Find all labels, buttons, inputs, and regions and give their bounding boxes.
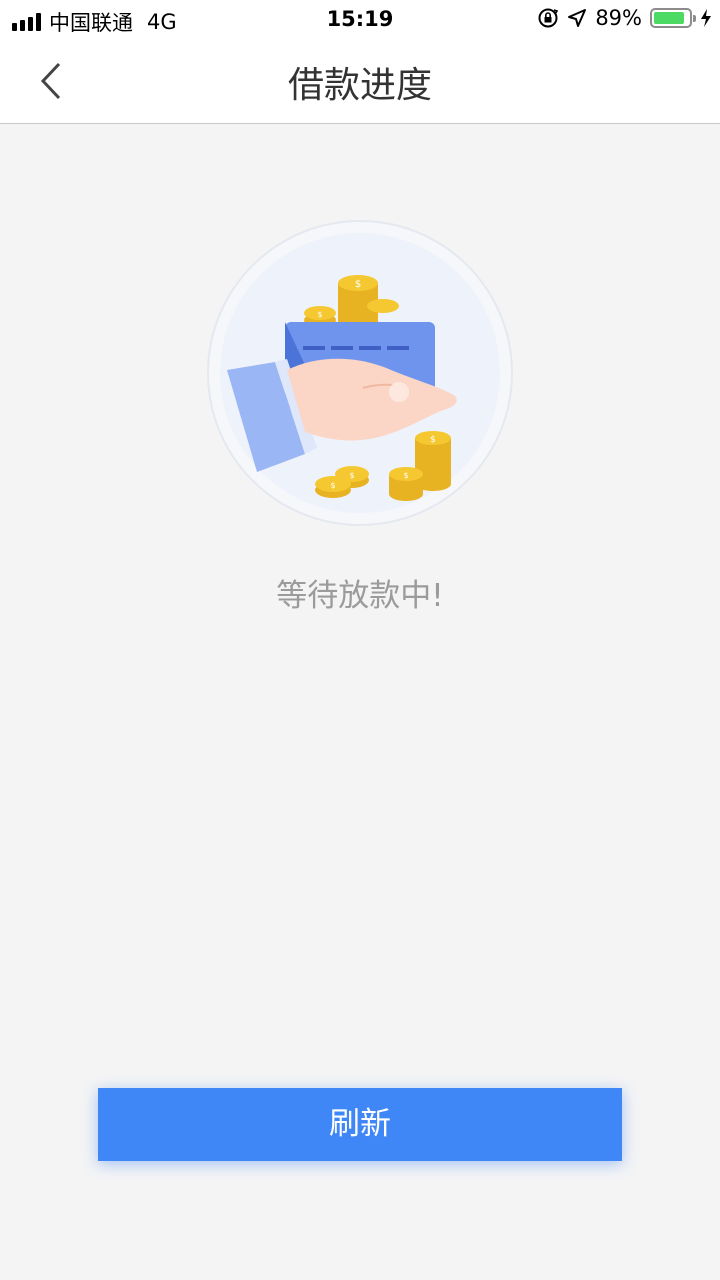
battery-icon	[650, 8, 696, 28]
svg-text:$: $	[317, 310, 322, 319]
status-bar: 中国联通 4G 15:19 89%	[0, 0, 720, 40]
page-title: 借款进度	[287, 65, 432, 106]
orientation-lock-icon	[538, 8, 559, 28]
svg-text:$: $	[403, 471, 408, 480]
hand-card-coins-illustration: $ $ $ $ $ $	[207, 220, 513, 526]
svg-text:$: $	[355, 279, 361, 290]
screen: 中国联通 4G 15:19 89% 借款进度 $ $ $ $ $ $ 等待放款中…	[0, 0, 720, 1280]
status-text: 等待放款中!	[276, 578, 444, 614]
nav-bar: 借款进度	[0, 40, 720, 124]
svg-text:$: $	[330, 481, 335, 490]
location-icon	[568, 9, 587, 27]
battery-percent: 89%	[595, 6, 642, 30]
refresh-button[interactable]: 刷新	[98, 1088, 622, 1161]
svg-text:$: $	[349, 471, 354, 480]
charging-icon	[701, 9, 711, 27]
status-bar-right: 89%	[537, 6, 712, 30]
svg-text:$: $	[430, 435, 436, 445]
